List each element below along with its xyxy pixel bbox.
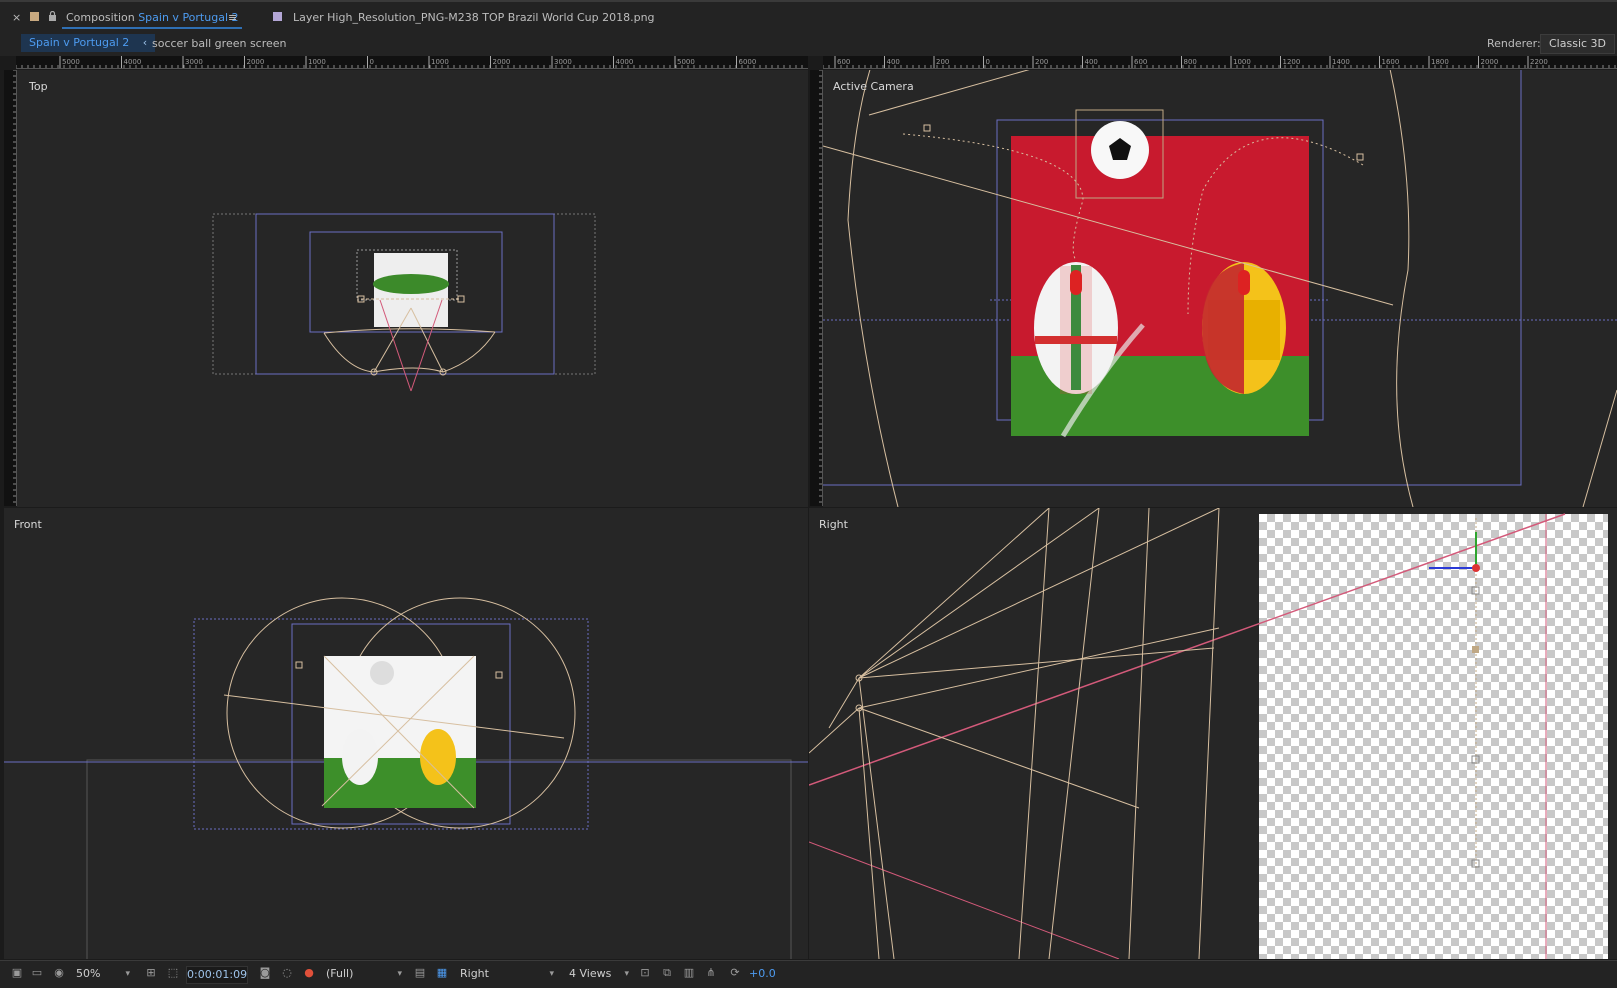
ruler-label: 1400 bbox=[1332, 58, 1350, 66]
ruler-label: 200 bbox=[1035, 58, 1048, 66]
3d-view-dropdown[interactable]: Right ▾ bbox=[460, 966, 556, 982]
breadcrumb-secondary[interactable]: soccer ball green screen bbox=[152, 35, 287, 53]
viewport-active-camera[interactable]: Active Camera bbox=[823, 70, 1617, 507]
ruler-label: 400 bbox=[1085, 58, 1098, 66]
view-layout-value: 4 Views bbox=[569, 967, 612, 980]
ruler-label: 2000 bbox=[493, 58, 511, 66]
viewport-right[interactable]: Right bbox=[809, 508, 1617, 959]
breadcrumb-active-label: Spain v Portugal 2 bbox=[29, 36, 130, 49]
ruler-label: 4000 bbox=[124, 58, 142, 66]
viewer-toolbar: ▣ ▭ ◉ 50% ▾ ⊞ ⬚ 0:00:01:09 ◙ ◌ ● (Full) … bbox=[0, 960, 1617, 988]
panel-menu-icon[interactable]: ≡ bbox=[228, 11, 237, 24]
viewport-front[interactable]: Front bbox=[4, 508, 808, 959]
exposure-value[interactable]: +0.0 bbox=[749, 966, 776, 982]
layer-color-icon bbox=[273, 12, 282, 21]
lock-icon[interactable] bbox=[48, 10, 57, 21]
ruler-label: 600 bbox=[837, 58, 850, 66]
fit-to-view-icon[interactable]: ⧉ bbox=[660, 967, 674, 979]
3d-view-value: Right bbox=[460, 967, 489, 980]
ruler-label: 5000 bbox=[677, 58, 695, 66]
ruler-label: 800 bbox=[1184, 58, 1197, 66]
flowchart-icon[interactable]: ⋔ bbox=[704, 967, 718, 979]
show-snapshot-icon[interactable]: ◌ bbox=[280, 967, 294, 979]
viewport-label-active-camera: Active Camera bbox=[833, 80, 914, 93]
top-ruler-right: 600 400 200 0 200 400 600 800 1000 1200 1400 1600 18… bbox=[822, 56, 1617, 69]
ruler-label: 3000 bbox=[185, 58, 203, 66]
chevron-down-icon: ▾ bbox=[624, 969, 629, 979]
breadcrumb-active[interactable]: Spain v Portugal 2 ‹ bbox=[21, 34, 156, 52]
ruler-label: 400 bbox=[887, 58, 900, 66]
ruler-label: 6000 bbox=[739, 58, 757, 66]
chevron-down-icon: ▾ bbox=[125, 969, 130, 979]
ruler-label: 600 bbox=[1134, 58, 1147, 66]
pixel-aspect-icon[interactable]: ⊡ bbox=[638, 967, 652, 979]
tab-bar: × Composition Spain v Portugal 2 ≡ Layer… bbox=[0, 0, 1617, 32]
layer-tab[interactable]: Layer High_Resolution_PNG-M238 TOP Brazi… bbox=[293, 11, 655, 24]
ruler-label: 1800 bbox=[1431, 58, 1449, 66]
color-channels-icon[interactable]: ● bbox=[302, 967, 316, 979]
ruler-label: 200 bbox=[936, 58, 949, 66]
ruler-label: 2200 bbox=[1530, 58, 1548, 66]
composition-tab-prefix: Composition bbox=[66, 11, 135, 24]
ruler-label: 0 bbox=[986, 58, 990, 66]
active-tab-underline bbox=[62, 27, 242, 29]
composition-tab-name: Spain v Portugal 2 bbox=[138, 11, 239, 24]
breadcrumb: Spain v Portugal 2 ‹ soccer ball green s… bbox=[0, 32, 1617, 56]
ruler-label: 1000 bbox=[308, 58, 326, 66]
top-ruler-left: 5000 4000 3000 2000 1000 0 1000 2000 3000 4000 500… bbox=[15, 56, 808, 69]
viewport-label-front: Front bbox=[14, 518, 42, 531]
mask-visibility-icon[interactable]: ◉ bbox=[52, 967, 66, 979]
composition-color-icon bbox=[30, 12, 39, 21]
ruler-label: 2000 bbox=[1481, 58, 1499, 66]
front-view-scene bbox=[4, 597, 808, 959]
region-of-interest-icon[interactable]: ⬚ bbox=[166, 967, 180, 979]
ruler-label: 1600 bbox=[1382, 58, 1400, 66]
fast-previews-icon[interactable]: ▤ bbox=[413, 967, 427, 979]
chevron-down-icon: ▾ bbox=[397, 969, 402, 979]
active-camera-scene bbox=[823, 70, 1617, 507]
current-time-display[interactable]: 0:00:01:09 bbox=[186, 966, 248, 984]
always-preview-icon[interactable]: ▣ bbox=[10, 967, 24, 979]
side-ruler-right bbox=[810, 69, 823, 506]
viewport-label-right: Right bbox=[819, 518, 848, 531]
composition-tab[interactable]: Composition Spain v Portugal 2 bbox=[66, 11, 239, 24]
close-tab-button[interactable]: × bbox=[12, 11, 21, 24]
timeline-icon[interactable]: ▥ bbox=[682, 967, 696, 979]
breadcrumb-arrow-icon: ‹ bbox=[142, 36, 148, 49]
magnification-dropdown[interactable]: 50% ▾ bbox=[76, 966, 132, 982]
ruler-label: 4000 bbox=[616, 58, 634, 66]
grid-guides-icon[interactable]: ⊞ bbox=[144, 967, 158, 979]
ruler-label: 0 bbox=[370, 58, 374, 66]
ruler-label: 2000 bbox=[247, 58, 265, 66]
ruler-label: 1200 bbox=[1283, 58, 1301, 66]
viewport-top[interactable]: Top bbox=[17, 70, 808, 507]
resolution-value: (Full) bbox=[326, 967, 354, 980]
reset-exposure-icon[interactable]: ⟳ bbox=[728, 967, 742, 979]
view-layout-dropdown[interactable]: 4 Views ▾ bbox=[569, 966, 631, 982]
monitor-icon[interactable]: ▭ bbox=[30, 967, 44, 979]
renderer-button[interactable]: Classic 3D bbox=[1540, 34, 1616, 54]
ruler-label: 1000 bbox=[1233, 58, 1251, 66]
transparency-grid-icon[interactable]: ▦ bbox=[435, 967, 449, 979]
top-view-scene bbox=[212, 213, 596, 392]
ruler-label: 1000 bbox=[431, 58, 449, 66]
magnification-value: 50% bbox=[76, 967, 101, 980]
resolution-dropdown[interactable]: (Full) ▾ bbox=[326, 966, 404, 982]
viewport-label-top: Top bbox=[29, 80, 48, 93]
right-view-scene bbox=[809, 508, 1566, 959]
chevron-down-icon: ▾ bbox=[549, 969, 554, 979]
renderer-label: Renderer: bbox=[1487, 37, 1541, 50]
side-ruler-left bbox=[4, 69, 17, 506]
snapshot-icon[interactable]: ◙ bbox=[258, 967, 272, 979]
ruler-label: 3000 bbox=[554, 58, 572, 66]
ruler-label: 5000 bbox=[62, 58, 80, 66]
